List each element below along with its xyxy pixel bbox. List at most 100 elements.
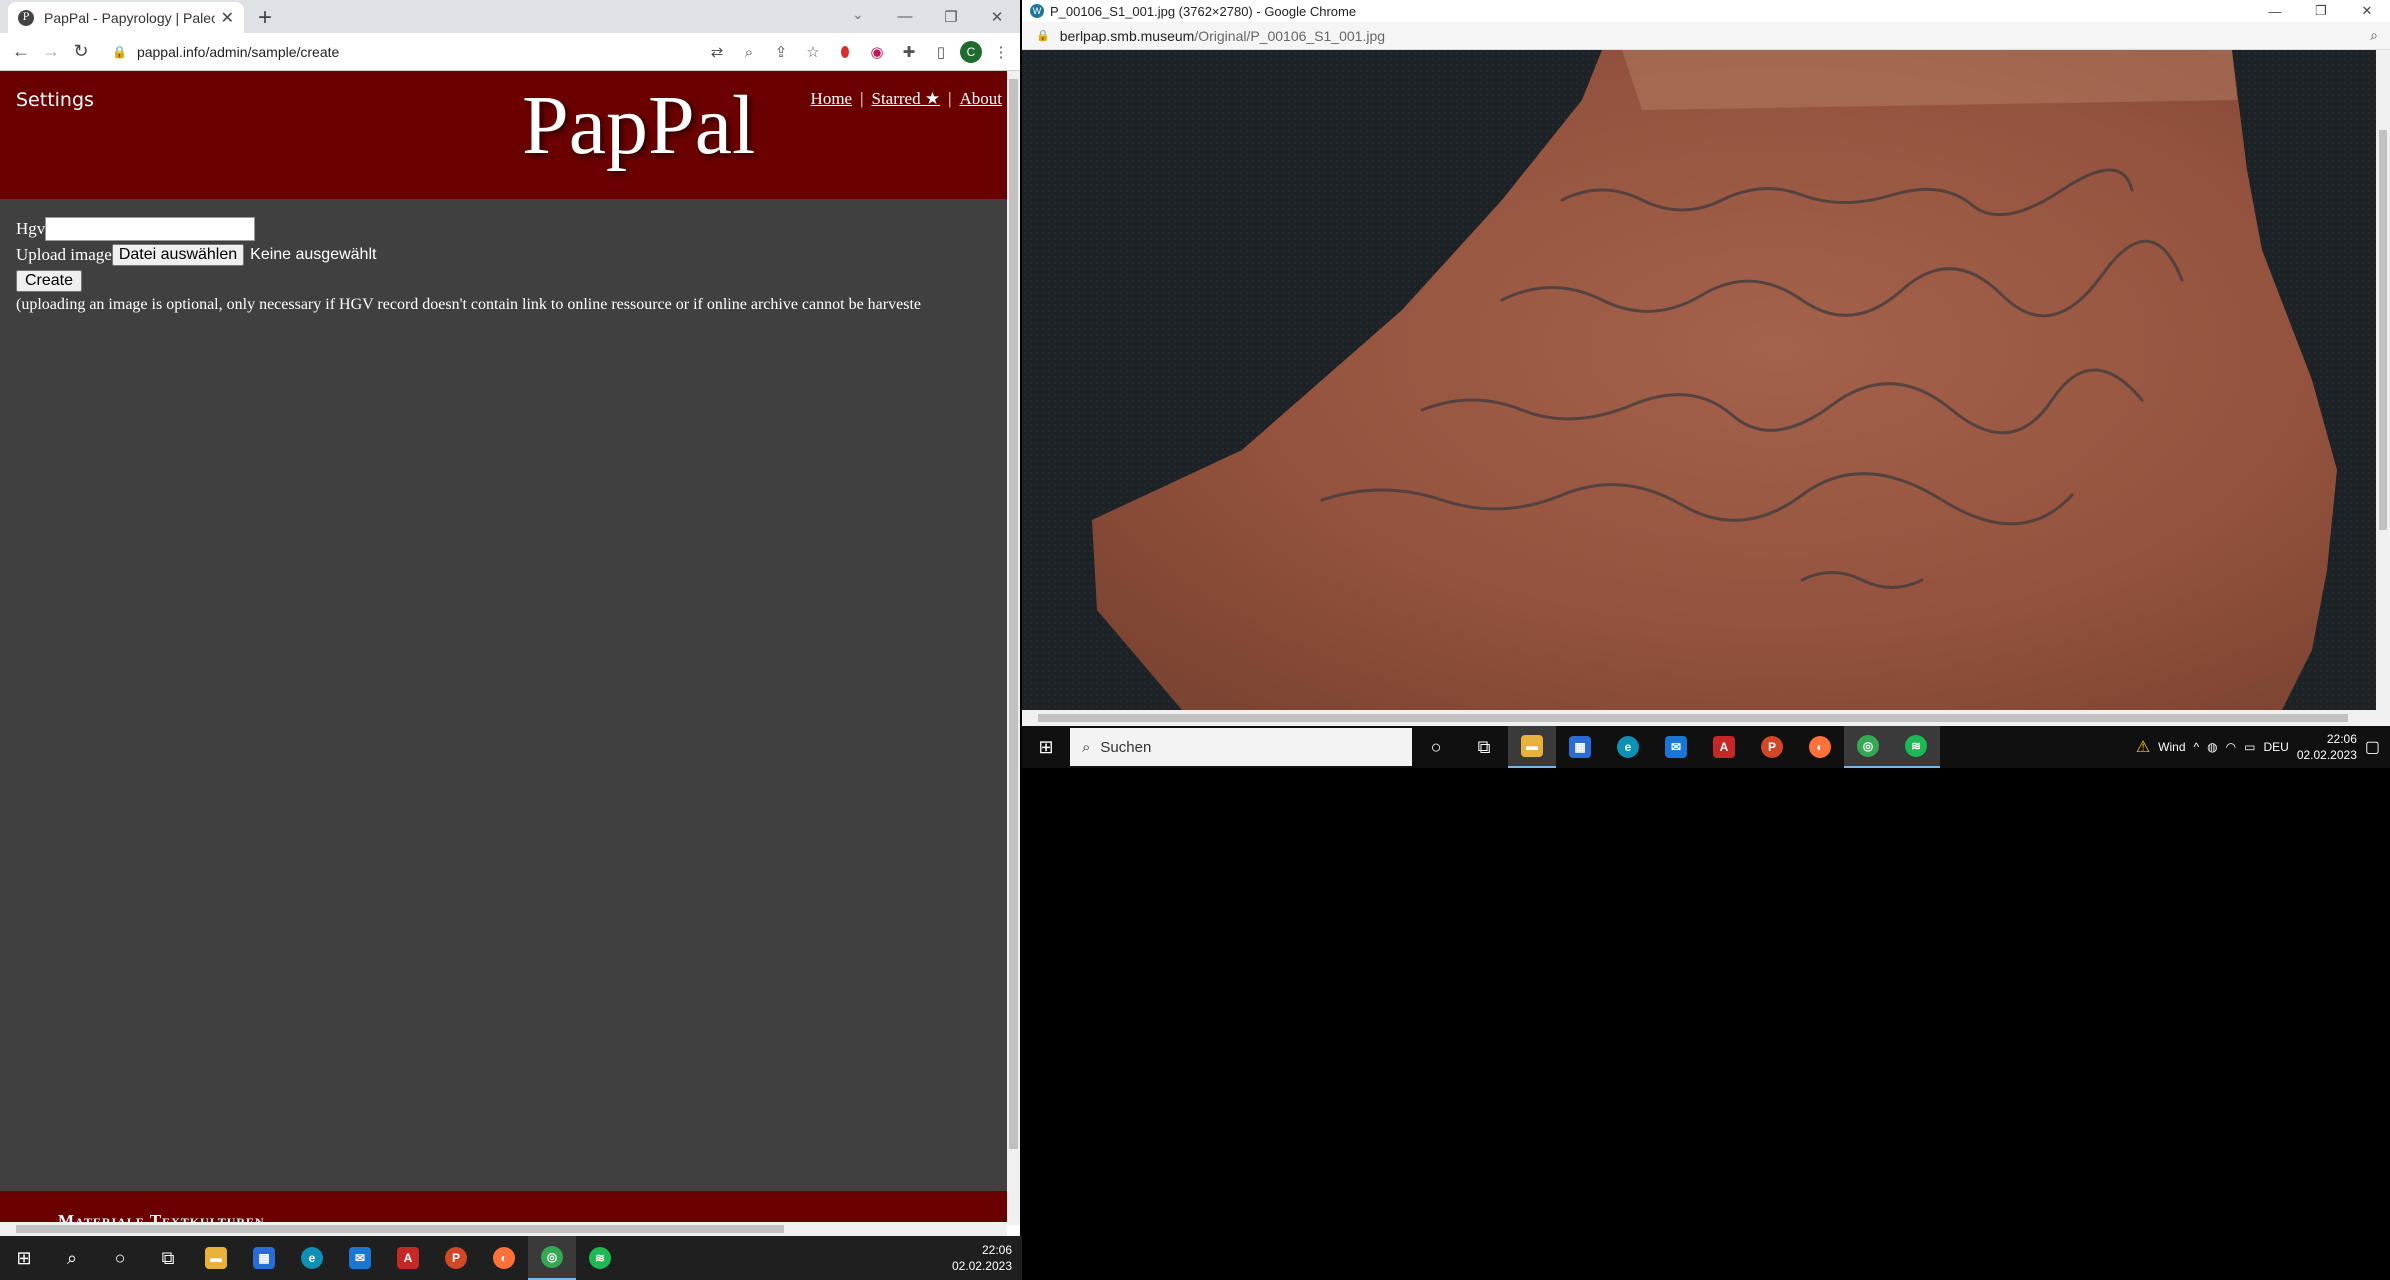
nav-home-link[interactable]: Home — [811, 89, 853, 109]
horizontal-scrollbar[interactable] — [0, 1222, 1007, 1236]
cortana-icon[interactable]: ○ — [96, 1236, 144, 1280]
search-icon[interactable]: ⌕ — [48, 1236, 96, 1280]
language-indicator[interactable]: DEU — [2263, 740, 2288, 754]
create-button[interactable]: Create — [16, 270, 83, 292]
notifications-icon[interactable]: ▢ — [2365, 737, 2380, 757]
battery-icon[interactable]: ▭ — [2244, 740, 2255, 754]
scroll-thumb[interactable] — [1009, 79, 1018, 1149]
upload-label: Upload image — [16, 245, 112, 264]
nav-separator: | — [860, 89, 864, 108]
windows-start-icon[interactable]: ⊞ — [1022, 726, 1070, 768]
store-icon[interactable]: ▦ — [1556, 726, 1604, 768]
file-explorer-icon[interactable]: ▬ — [192, 1236, 240, 1280]
chrome-icon[interactable]: ◎ — [528, 1236, 576, 1280]
choose-file-button[interactable]: Datei auswählen — [111, 244, 245, 266]
acrobat-icon[interactable]: A — [1700, 726, 1748, 768]
url-text: pappal.info/admin/sample/create — [136, 44, 340, 60]
omnibar: ← → ↻ 🔒 pappal.info/admin/sample/create … — [0, 33, 1020, 71]
back-icon[interactable]: ← — [6, 41, 36, 62]
minimize-icon[interactable]: — — [882, 0, 928, 33]
window-controls: — ❐ ✕ — [882, 0, 1020, 33]
taskbar-clock[interactable]: 22:06 02.02.2023 — [2297, 731, 2357, 763]
firefox-icon[interactable]: ◐ — [480, 1236, 528, 1280]
windows-start-icon[interactable]: ⊞ — [0, 1236, 48, 1280]
menu-kebab-icon[interactable]: ⋮ — [988, 39, 1014, 65]
share-icon[interactable]: ⇪ — [768, 39, 794, 65]
translate-icon[interactable]: ⇄ — [704, 39, 730, 65]
hgv-input[interactable] — [45, 217, 256, 241]
tab-close-icon[interactable]: ✕ — [221, 8, 234, 28]
wifi-icon[interactable]: ◠ — [2226, 740, 2236, 754]
toolbar-icons: ⇄ ⌕ ⇪ ☆ ⬮ ◉ ✚ ▯ C ⋮ — [704, 39, 1014, 65]
mail-icon[interactable]: ✉ — [1652, 726, 1700, 768]
taskbar-clock[interactable]: 22:06 02.02.2023 — [952, 1242, 1012, 1274]
url-host: berlpap.smb.museum — [1059, 27, 1195, 44]
weather-text[interactable]: Wind — [2158, 740, 2185, 754]
right-title-bar: W P_00106_S1_001.jpg (3762×2780) - Googl… — [1022, 0, 2390, 22]
cortana-icon[interactable]: ○ — [1412, 726, 1460, 768]
search-icon: ⌕ — [1082, 738, 1091, 756]
left-browser-window: P PapPal - Papyrology | Paleograph ✕ + ⌄… — [0, 0, 1020, 1236]
weather-warning-icon[interactable]: ⚠ — [2136, 737, 2150, 757]
powerpoint-icon[interactable]: P — [1748, 726, 1796, 768]
restore-icon[interactable]: ❐ — [928, 0, 974, 33]
system-tray: 22:06 02.02.2023 — [952, 1242, 1022, 1274]
zoom-icon[interactable]: ⌕ — [736, 39, 762, 65]
right-window-title: P_00106_S1_001.jpg (3762×2780) - Google … — [1050, 3, 1357, 19]
clock-date: 02.02.2023 — [951, 1259, 1012, 1273]
spotify-icon[interactable]: ≋ — [1892, 726, 1940, 768]
nav-about-link[interactable]: About — [960, 89, 1003, 109]
settings-link[interactable]: Settings — [16, 89, 94, 111]
image-vertical-scrollbar[interactable] — [2376, 50, 2390, 710]
extension-purple-icon[interactable]: ◉ — [864, 39, 890, 65]
mail-icon[interactable]: ✉ — [336, 1236, 384, 1280]
extension-red-icon[interactable]: ⬮ — [832, 39, 858, 65]
task-view-icon[interactable]: ⧉ — [144, 1236, 192, 1280]
tab-pappal[interactable]: P PapPal - Papyrology | Paleograph ✕ — [8, 2, 244, 33]
side-panel-icon[interactable]: ▯ — [928, 39, 954, 65]
site-logo: PapPal — [522, 79, 756, 172]
new-tab-icon[interactable]: + — [258, 4, 272, 32]
extensions-puzzle-icon[interactable]: ✚ — [896, 39, 922, 65]
edge-icon[interactable]: e — [288, 1236, 336, 1280]
task-view-icon[interactable]: ⧉ — [1460, 726, 1508, 768]
site-header: Settings PapPal Home | Starred ★ | About — [0, 71, 1007, 199]
right-address-bar[interactable]: 🔒 berlpap.smb.museum /Original/P_00106_S… — [1022, 22, 2390, 50]
bookmark-star-icon[interactable]: ☆ — [800, 39, 826, 65]
close-window-icon[interactable]: ✕ — [2344, 0, 2390, 22]
store-icon[interactable]: ▦ — [240, 1236, 288, 1280]
restore-icon[interactable]: ❐ — [2298, 0, 2344, 22]
forward-icon[interactable]: → — [36, 41, 66, 62]
edge-icon[interactable]: e — [1604, 726, 1652, 768]
chrome-icon[interactable]: ◎ — [1844, 726, 1892, 768]
powerpoint-icon[interactable]: P — [432, 1236, 480, 1280]
file-explorer-icon[interactable]: ▬ — [1508, 726, 1556, 768]
file-status-text: Keine ausgewählt — [250, 246, 377, 263]
taskbar-search[interactable]: ⌕ Suchen — [1070, 728, 1412, 766]
acrobat-icon[interactable]: A — [384, 1236, 432, 1280]
wordpress-favicon-icon: W — [1030, 4, 1044, 18]
close-window-icon[interactable]: ✕ — [974, 0, 1020, 33]
tray-chevron-icon[interactable]: ^ — [2194, 740, 2200, 754]
image-horizontal-scrollbar[interactable] — [1022, 710, 2390, 726]
firefox-icon[interactable]: ◐ — [1796, 726, 1844, 768]
address-bar[interactable]: 🔒 pappal.info/admin/sample/create — [112, 38, 672, 66]
vertical-scrollbar[interactable] — [1007, 71, 1020, 1225]
minimize-icon[interactable]: — — [2252, 0, 2298, 22]
spotify-icon[interactable]: ≋ — [576, 1236, 624, 1280]
tab-bar: P PapPal - Papyrology | Paleograph ✕ + ⌄… — [0, 0, 1020, 33]
create-row: Create — [16, 268, 921, 294]
hgv-row: Hgv — [16, 216, 921, 242]
network-icon[interactable]: ◍ — [2207, 740, 2217, 754]
zoom-icon[interactable]: ⌕ — [2370, 27, 2378, 44]
taskbar-main: ⊞ ⌕ ○ ⧉ ▬ ▦ e ✉ A P ◐ ◎ ≋ 22:06 02.02.20… — [0, 1236, 1022, 1280]
tab-search-chevron-icon[interactable]: ⌄ — [852, 6, 864, 23]
profile-avatar[interactable]: C — [960, 41, 982, 63]
lock-icon: 🔒 — [112, 45, 127, 59]
clock-time: 22:06 — [2326, 732, 2357, 746]
scroll-thumb[interactable] — [2379, 130, 2387, 530]
reload-icon[interactable]: ↻ — [66, 41, 96, 62]
scroll-thumb[interactable] — [16, 1225, 784, 1233]
nav-starred-link[interactable]: Starred ★ — [872, 89, 941, 109]
scroll-thumb[interactable] — [1038, 714, 2348, 722]
